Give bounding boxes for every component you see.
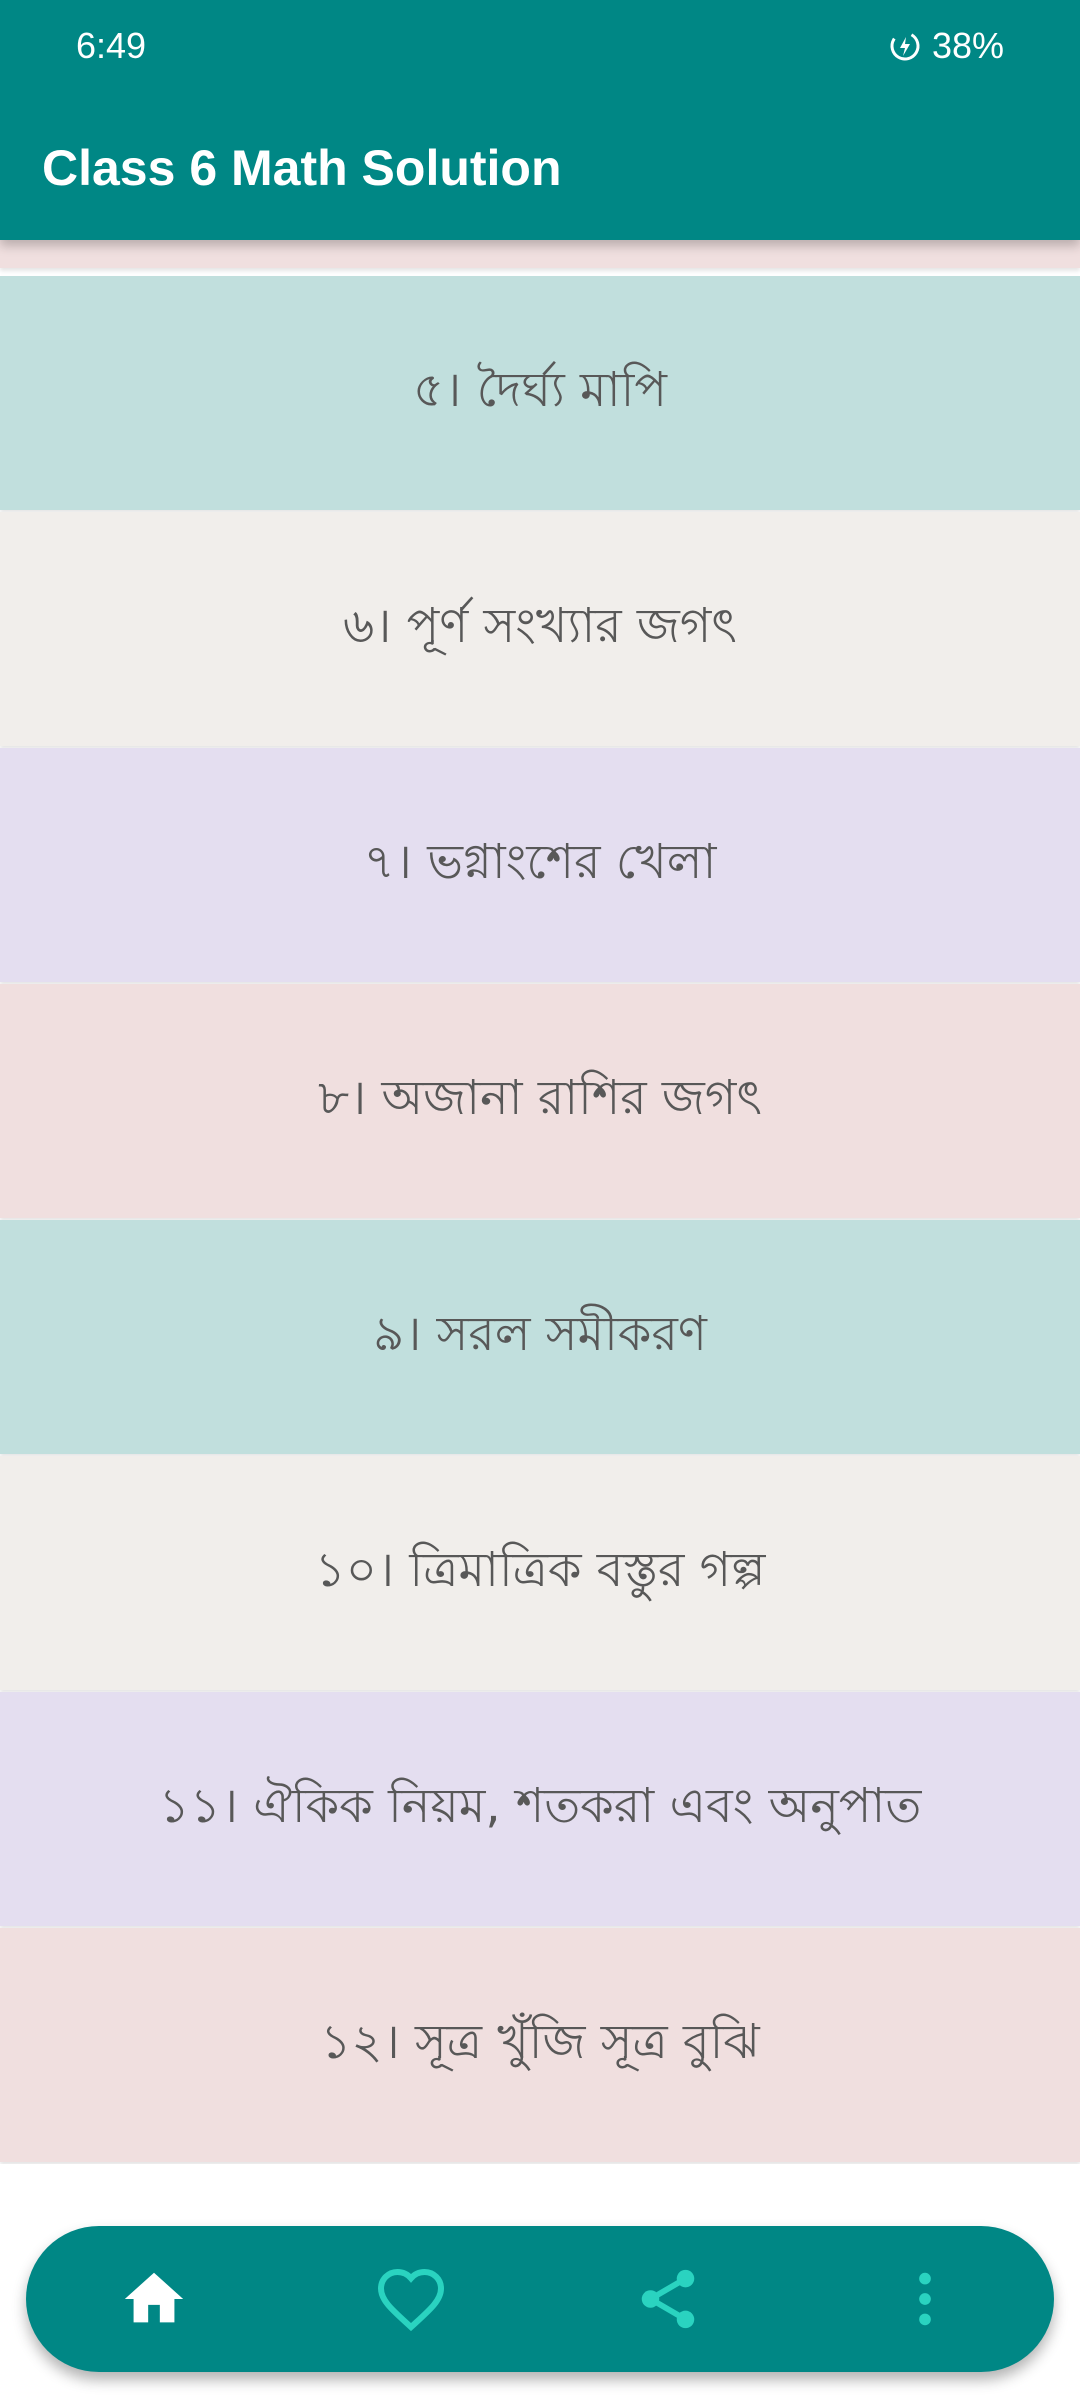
list-item[interactable]: ৯। সরল সমীকরণ (0, 1220, 1080, 1454)
status-right: 38% (888, 22, 1004, 70)
favorite-button[interactable] (361, 2249, 461, 2349)
list-item[interactable]: ৫। দৈর্ঘ্য মাপি (0, 276, 1080, 510)
page-title: Class 6 Math Solution (42, 140, 562, 196)
more-vert-icon (890, 2264, 960, 2334)
home-button[interactable] (104, 2249, 204, 2349)
share-icon (633, 2264, 703, 2334)
app-header: 6:49 38% Class 6 Math Solution (0, 0, 1080, 240)
list-item-label: ১২। সূত্র খুঁজি সূত্র বুঝি (320, 2013, 760, 2070)
more-options-button[interactable] (875, 2249, 975, 2349)
app-screen: 6:49 38% Class 6 Math Solution ৫। দৈর্ঘ্… (0, 0, 1080, 2400)
list-item[interactable]: ১০। ত্রিমাত্রিক বস্তুর গল্প (0, 1456, 1080, 1690)
list-item[interactable]: ৭। ভগ্নাংশের খেলা (0, 748, 1080, 982)
home-icon (119, 2264, 189, 2334)
list-item[interactable]: ১১। ঐকিক নিয়ম, শতকরা এবং অনুপাত (0, 1692, 1080, 1926)
list-item-label: ৮। অজানা রাশির জগৎ (317, 1069, 762, 1126)
list-item[interactable]: ১২। সূত্র খুঁজি সূত্র বুঝি (0, 1928, 1080, 2162)
list-item-label: ৭। ভগ্নাংশের খেলা (363, 833, 717, 890)
chapter-list[interactable]: ৫। দৈর্ঘ্য মাপি ৬। পূর্ণ সংখ্যার জগৎ ৭। … (0, 240, 1080, 2164)
list-item-label: ৬। পূর্ণ সংখ্যার জগৎ (343, 597, 737, 654)
list-item-label: ৫। দৈর্ঘ্য মাপি (413, 361, 667, 418)
bottom-nav (26, 2226, 1054, 2372)
list-item[interactable]: ৮। অজানা রাশির জগৎ (0, 984, 1080, 1218)
list-item-label: ১১। ঐকিক নিয়ম, শতকরা এবং অনুপাত (158, 1777, 922, 1834)
battery-percent: 38% (931, 25, 1004, 66)
list-item-label: ১০। ত্রিমাত্রিক বস্তুর গল্প (314, 1541, 766, 1598)
battery-saver-icon (888, 29, 922, 63)
share-button[interactable] (618, 2249, 718, 2349)
list-item[interactable]: ৬। পূর্ণ সংখ্যার জগৎ (0, 512, 1080, 746)
heart-icon (375, 2263, 447, 2335)
list-item-label: ৯। সরল সমীকরণ (373, 1305, 707, 1362)
list-item[interactable] (0, 240, 1080, 268)
status-time: 6:49 (76, 25, 147, 66)
status-bar: 6:49 38% (0, 0, 1080, 92)
